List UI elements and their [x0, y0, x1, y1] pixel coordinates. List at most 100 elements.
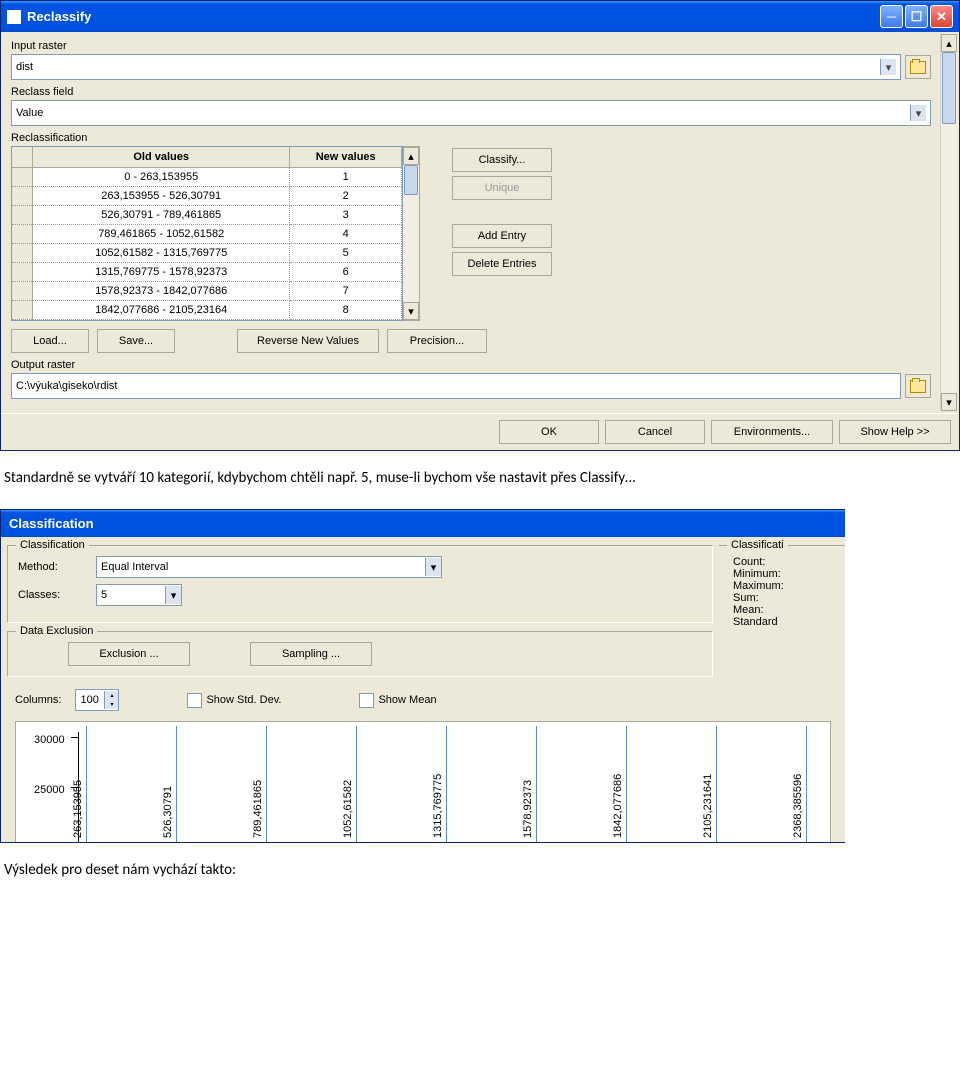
- stat-mean: Mean:: [733, 604, 843, 616]
- exclusion-button[interactable]: Exclusion ...: [68, 642, 190, 666]
- table-scrollbar[interactable]: ▴ ▾: [403, 146, 420, 321]
- precision-button[interactable]: Precision...: [387, 329, 487, 353]
- method-label: Method:: [18, 561, 78, 573]
- break-label: 2105,231641: [702, 774, 714, 838]
- environments-button[interactable]: Environments...: [711, 420, 833, 444]
- classification-window: Classification Classification Method: Eq…: [0, 509, 845, 843]
- classification-stats-group: Classificati Count: Minimum: Maximum: Su…: [719, 545, 845, 685]
- spin-up-icon[interactable]: ▴: [104, 691, 118, 700]
- stat-max: Maximum:: [733, 580, 843, 592]
- body-text-1: Standardně se vytváří 10 kategorií, kdyb…: [0, 451, 960, 505]
- scroll-thumb[interactable]: [404, 165, 418, 195]
- tool-icon: [7, 10, 21, 24]
- classes-value: 5: [101, 589, 107, 601]
- scroll-down-icon[interactable]: ▾: [403, 302, 419, 320]
- show-help-button[interactable]: Show Help >>: [839, 420, 951, 444]
- chevron-down-icon[interactable]: ▾: [880, 59, 896, 75]
- break-label: 526,30791: [162, 786, 174, 838]
- reclassification-label: Reclassification: [11, 132, 931, 144]
- checkbox-icon: [187, 693, 202, 708]
- col-old-values[interactable]: Old values: [33, 147, 290, 168]
- classes-label: Classes:: [18, 589, 78, 601]
- table-row: 789,461865 - 1052,615824: [12, 225, 402, 244]
- break-line[interactable]: [536, 726, 537, 842]
- reclass-table[interactable]: Old values New values 0 - 263,1539551 26…: [11, 146, 403, 321]
- load-button[interactable]: Load...: [11, 329, 89, 353]
- stat-min: Minimum:: [733, 568, 843, 580]
- output-raster-label: Output raster: [11, 359, 931, 371]
- chevron-down-icon[interactable]: ▾: [165, 586, 181, 604]
- body-text-2: Výsledek pro deset nám vychází takto:: [0, 843, 960, 897]
- reclass-field-combo[interactable]: Value ▾: [11, 100, 931, 126]
- break-line[interactable]: [716, 726, 717, 842]
- method-combo[interactable]: Equal Interval ▾: [96, 556, 442, 578]
- break-line[interactable]: [356, 726, 357, 842]
- classes-combo[interactable]: 5 ▾: [96, 584, 182, 606]
- table-row: 1315,769775 - 1578,923736: [12, 263, 402, 282]
- spin-down-icon[interactable]: ▾: [104, 700, 118, 709]
- scroll-up-icon[interactable]: ▴: [941, 34, 957, 52]
- input-raster-label: Input raster: [11, 40, 931, 52]
- ok-button[interactable]: OK: [499, 420, 599, 444]
- stat-sum: Sum:: [733, 592, 843, 604]
- checkbox-icon: [359, 693, 374, 708]
- maximize-button[interactable]: ☐: [905, 5, 928, 28]
- data-exclusion-group: Data Exclusion Exclusion ... Sampling ..…: [7, 631, 713, 677]
- classify-button[interactable]: Classify...: [452, 148, 552, 172]
- add-entry-button[interactable]: Add Entry: [452, 224, 552, 248]
- output-raster-input[interactable]: C:\výuka\giseko\rdist: [11, 373, 901, 399]
- group-legend: Classification: [16, 539, 89, 551]
- chevron-down-icon[interactable]: ▾: [425, 558, 441, 576]
- table-row: 1578,92373 - 1842,0776867: [12, 282, 402, 301]
- columns-value: 100: [76, 694, 104, 706]
- browse-input-button[interactable]: [905, 55, 931, 79]
- table-row: 1842,077686 - 2105,231648: [12, 301, 402, 320]
- cancel-button[interactable]: Cancel: [605, 420, 705, 444]
- stat-count: Count:: [733, 556, 843, 568]
- break-line[interactable]: [266, 726, 267, 842]
- break-label: 789,461865: [252, 780, 264, 838]
- table-row: 263,153955 - 526,307912: [12, 187, 402, 206]
- break-line[interactable]: [806, 726, 807, 842]
- reverse-button[interactable]: Reverse New Values: [237, 329, 379, 353]
- break-label: 1315,769775: [432, 774, 444, 838]
- show-mean-checkbox[interactable]: Show Mean: [359, 693, 436, 708]
- dialog-buttons: OK Cancel Environments... Show Help >>: [1, 413, 959, 450]
- break-label: 1052,61582: [342, 780, 354, 838]
- col-new-values[interactable]: New values: [290, 147, 402, 168]
- chevron-down-icon[interactable]: ▾: [910, 105, 926, 121]
- save-button[interactable]: Save...: [97, 329, 175, 353]
- columns-label: Columns:: [15, 694, 61, 706]
- table-row: 0 - 263,1539551: [12, 168, 402, 187]
- reclassify-window: Reclassify ─ ☐ ✕ ▴ ▾ Input raster dist ▾…: [0, 0, 960, 451]
- show-std-label: Show Std. Dev.: [206, 694, 281, 706]
- break-line[interactable]: [86, 726, 87, 842]
- break-line[interactable]: [626, 726, 627, 842]
- delete-entries-button[interactable]: Delete Entries: [452, 252, 552, 276]
- y-tick: 25000: [34, 784, 65, 796]
- input-raster-combo[interactable]: dist ▾: [11, 54, 901, 80]
- browse-output-button[interactable]: [905, 374, 931, 398]
- show-mean-label: Show Mean: [378, 694, 436, 706]
- break-line[interactable]: [176, 726, 177, 842]
- show-std-checkbox[interactable]: Show Std. Dev.: [187, 693, 281, 708]
- close-button[interactable]: ✕: [930, 5, 953, 28]
- window-title: Reclassify: [27, 9, 91, 24]
- window-title: Classification: [9, 516, 94, 531]
- minimize-button[interactable]: ─: [880, 5, 903, 28]
- unique-button[interactable]: Unique: [452, 176, 552, 200]
- scroll-down-icon[interactable]: ▾: [941, 393, 957, 411]
- vertical-scrollbar[interactable]: ▴ ▾: [940, 34, 957, 411]
- break-label: 1842,077686: [612, 774, 624, 838]
- break-line[interactable]: [446, 726, 447, 842]
- scroll-up-icon[interactable]: ▴: [403, 147, 419, 165]
- titlebar: Reclassify ─ ☐ ✕: [1, 1, 959, 32]
- folder-icon: [910, 61, 926, 74]
- group-legend: Data Exclusion: [16, 625, 97, 637]
- histogram: 30000 25000 263,153955526,30791789,46186…: [15, 721, 831, 842]
- columns-spinner[interactable]: 100 ▴▾: [75, 689, 119, 711]
- folder-icon: [910, 380, 926, 393]
- scroll-thumb[interactable]: [942, 52, 956, 124]
- sampling-button[interactable]: Sampling ...: [250, 642, 372, 666]
- break-label: 2368,385596: [792, 774, 804, 838]
